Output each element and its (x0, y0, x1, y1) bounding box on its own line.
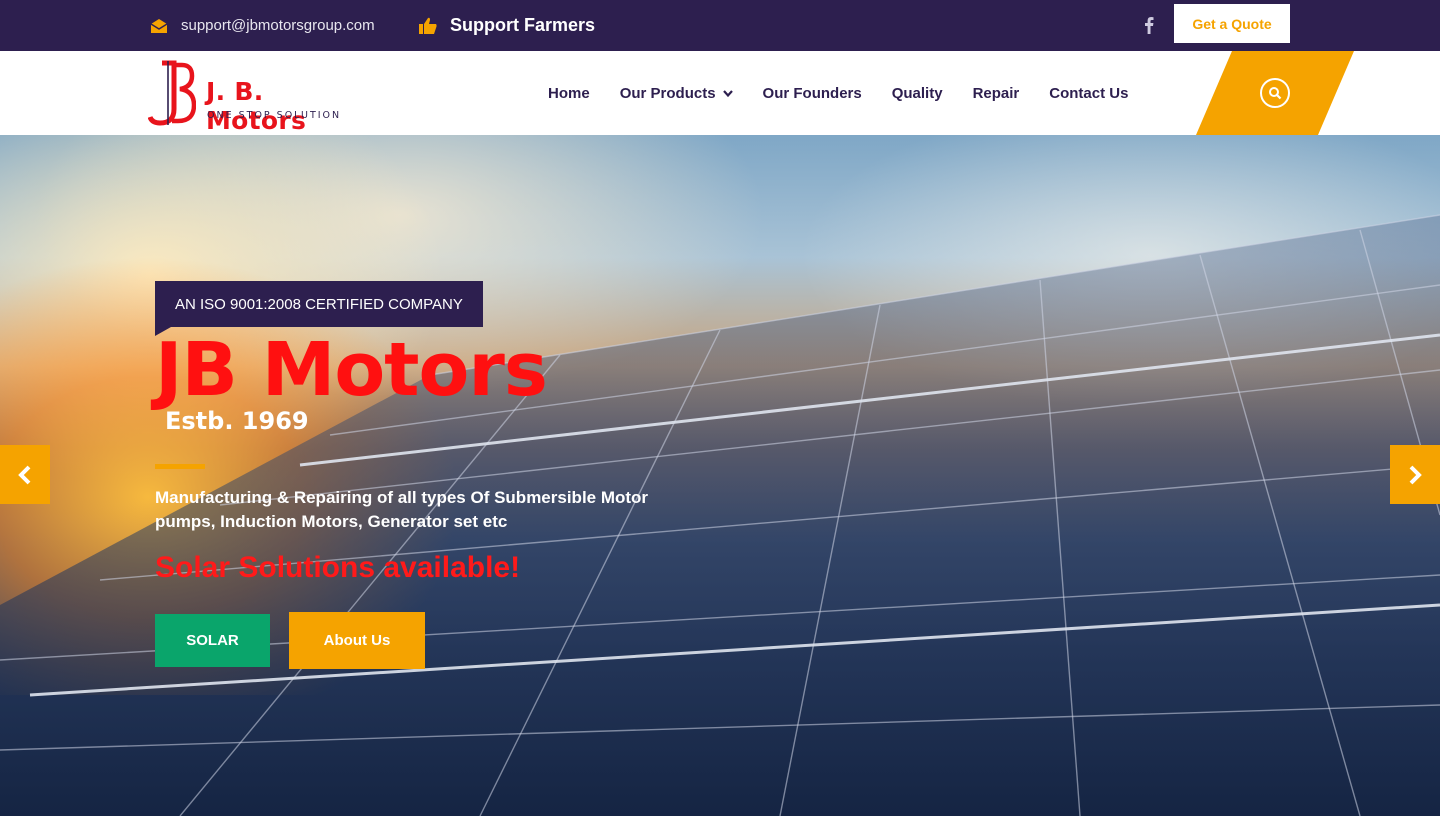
hero-title: JB Motors (155, 327, 548, 413)
support-farmers-text: Support Farmers (450, 15, 596, 35)
solar-panels-image (0, 214, 1440, 816)
hero-solar-highlight: Solar Solutions available! (155, 551, 521, 584)
support-farmers-link[interactable]: Support Farmers (418, 0, 595, 51)
top-bar: support@jbmotorsgroup.com Support Farmer… (0, 0, 1440, 51)
nav-item-label: Repair (972, 84, 1020, 102)
search-button[interactable] (1260, 78, 1290, 108)
main-header: J. B. Motors ONE STOP SOLUTION Home Our … (0, 51, 1440, 135)
chevron-right-icon (1409, 465, 1422, 484)
solar-button[interactable]: SOLAR (155, 614, 270, 667)
slider-next-button[interactable] (1390, 445, 1440, 504)
main-nav: Home Our Products Our Founders Quality R… (548, 51, 1158, 135)
hero-established: Estb. 1969 (165, 407, 309, 435)
hero-slider: AN ISO 9001:2008 CERTIFIED COMPANY JB Mo… (0, 135, 1440, 816)
nav-item-home[interactable]: Home (548, 85, 590, 102)
slider-prev-button[interactable] (0, 445, 50, 504)
nav-item-label: Our Products (619, 84, 716, 102)
nav-item-quality[interactable]: Quality (892, 85, 943, 102)
logo-tagline: ONE STOP SOLUTION (207, 110, 342, 121)
site-logo[interactable]: J. B. Motors ONE STOP SOLUTION (148, 59, 358, 135)
support-email-text: support@jbmotorsgroup.com (181, 17, 375, 34)
facebook-icon[interactable] (1140, 14, 1158, 36)
get-a-quote-button[interactable]: Get a Quote (1174, 4, 1290, 43)
nav-item-repair[interactable]: Repair (973, 85, 1020, 102)
chevron-left-icon (18, 465, 31, 484)
nav-item-our-products[interactable]: Our Products (620, 85, 733, 102)
nav-item-label: Our Founders (762, 84, 862, 102)
nav-item-label: Quality (891, 84, 943, 102)
jb-monogram-logo (148, 60, 196, 126)
chevron-down-icon (722, 90, 733, 98)
hero-divider (155, 464, 205, 469)
nav-item-label: Contact Us (1049, 84, 1129, 102)
search-area (1196, 51, 1354, 135)
logo-name: J. B. Motors (206, 77, 307, 135)
search-icon (1269, 87, 1282, 100)
iso-certified-badge: AN ISO 9001:2008 CERTIFIED COMPANY (155, 281, 483, 336)
envelope-open-icon (150, 18, 168, 33)
nav-item-our-founders[interactable]: Our Founders (763, 85, 862, 102)
thumbs-up-icon (419, 17, 437, 34)
nav-item-label: Home (548, 84, 590, 102)
about-us-button[interactable]: About Us (289, 612, 425, 669)
support-email-link[interactable]: support@jbmotorsgroup.com (150, 0, 375, 51)
nav-item-contact-us[interactable]: Contact Us (1049, 85, 1128, 102)
hero-description: Manufacturing & Repairing of all types O… (155, 488, 649, 531)
